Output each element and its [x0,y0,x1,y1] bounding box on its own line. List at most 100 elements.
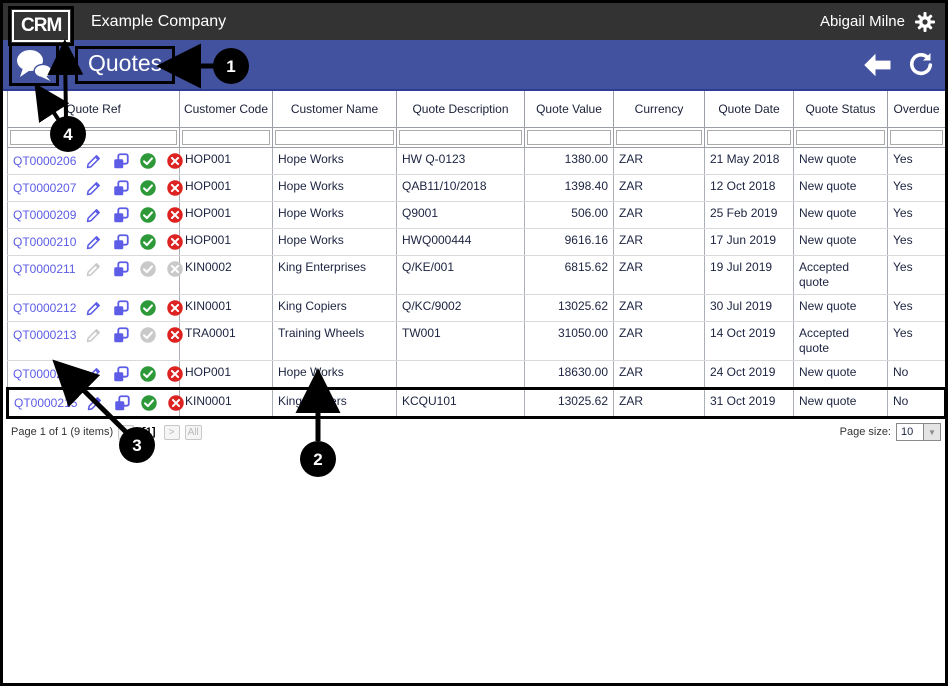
quote-value-cell: 506.00 [524,201,614,229]
quote-ref-link[interactable]: QT0000207 [13,181,76,196]
edit-pencil-icon[interactable] [85,299,103,317]
logged-in-user[interactable]: Abigail Milne [820,13,905,30]
quote-ref-link[interactable]: QT0000214 [13,367,76,382]
currency-cell: ZAR [613,201,705,229]
quote-date-cell: 12 Oct 2018 [704,174,794,202]
col-header-quote-description[interactable]: Quote Description [396,91,525,128]
quote-ref-link[interactable]: QT0000209 [13,208,76,223]
quote-status-cell: New quote [793,201,888,229]
accept-check-icon[interactable] [139,179,157,197]
copy-icon[interactable] [112,206,130,224]
edit-pencil-icon[interactable] [85,152,103,170]
accept-check-icon[interactable] [139,299,157,317]
filter-customer-code-input[interactable] [182,130,270,145]
customer-code-cell: HOP001 [179,201,273,229]
quote-ref-link[interactable]: QT0000211 [13,262,76,277]
quote-ref-link[interactable]: QT0000210 [13,235,76,250]
customer-name-cell: King Copiers [272,387,397,419]
col-header-customer-code[interactable]: Customer Code [179,91,273,128]
reject-x-icon[interactable] [167,394,185,412]
page-size-select[interactable]: 10 ▼ [896,423,941,441]
chat-bubbles-icon[interactable] [14,48,54,82]
filter-currency-input[interactable] [616,130,702,145]
top-bar: Example Company Abigail Milne [3,3,945,40]
customer-name-cell: Training Wheels [272,321,397,361]
col-header-quote-value[interactable]: Quote Value [524,91,614,128]
quote-date-cell: 14 Oct 2019 [704,321,794,361]
filter-quote-description-input[interactable] [399,130,522,145]
edit-pencil-icon[interactable] [85,260,103,278]
col-header-currency[interactable]: Currency [613,91,705,128]
chevron-down-icon[interactable]: ▼ [923,424,940,440]
filter-quote-date-input[interactable] [707,130,791,145]
back-arrow-icon[interactable] [863,52,893,78]
accept-check-icon[interactable] [140,394,158,412]
reject-x-icon[interactable] [166,260,184,278]
pager-all-button[interactable]: All [184,424,202,440]
reject-x-icon[interactable] [166,179,184,197]
copy-icon[interactable] [112,299,130,317]
reject-x-icon[interactable] [166,206,184,224]
edit-pencil-icon[interactable] [85,233,103,251]
edit-pencil-icon[interactable] [85,206,103,224]
currency-cell: ZAR [613,228,705,256]
quote-description-cell: HW Q-0123 [396,147,525,175]
accept-check-icon[interactable] [139,365,157,383]
accept-check-icon[interactable] [139,206,157,224]
copy-icon[interactable] [112,260,130,278]
quote-ref-link[interactable]: QT0000206 [13,154,76,169]
quote-date-cell: 25 Feb 2019 [704,201,794,229]
pager-current-page[interactable]: [1] [142,426,155,438]
filter-customer-name-input[interactable] [275,130,394,145]
refresh-icon[interactable] [907,51,935,79]
copy-icon[interactable] [113,394,131,412]
quote-value-cell: 9616.16 [524,228,614,256]
edit-pencil-icon[interactable] [85,179,103,197]
quotes-grid: Quote Ref Customer Code Customer Name Qu… [6,91,945,419]
copy-icon[interactable] [112,365,130,383]
company-name: Example Company [91,12,227,30]
copy-icon[interactable] [112,326,130,344]
copy-icon[interactable] [112,179,130,197]
reject-x-icon[interactable] [166,299,184,317]
quote-value-cell: 18630.00 [524,360,614,389]
accept-check-icon[interactable] [139,152,157,170]
edit-pencil-icon[interactable] [85,326,103,344]
filter-quote-value-input[interactable] [527,130,611,145]
quote-ref-link[interactable]: QT0000215 [14,396,77,411]
col-header-quote-status[interactable]: Quote Status [793,91,888,128]
copy-icon[interactable] [112,152,130,170]
gear-icon[interactable] [913,10,937,34]
customer-code-cell: KIN0002 [179,255,273,295]
filter-quote-status-input[interactable] [796,130,885,145]
filter-quote-ref-input[interactable] [10,130,177,145]
crm-logo[interactable]: CRM [12,10,71,42]
accept-check-icon[interactable] [139,260,157,278]
copy-icon[interactable] [112,233,130,251]
quote-date-cell: 30 Jul 2019 [704,294,794,322]
edit-pencil-icon[interactable] [86,394,104,412]
quote-ref-link[interactable]: QT0000213 [13,328,76,343]
col-header-quote-ref[interactable]: Quote Ref [7,91,180,128]
reject-x-icon[interactable] [166,233,184,251]
quote-ref-link[interactable]: QT0000212 [13,301,76,316]
edit-pencil-icon[interactable] [85,365,103,383]
table-row: QT0000214 HOP001 Hope Works 18630.00 ZAR… [7,360,945,389]
customer-code-cell: HOP001 [179,174,273,202]
col-header-customer-name[interactable]: Customer Name [272,91,397,128]
pager-next-button[interactable]: > [163,424,180,440]
reject-x-icon[interactable] [166,365,184,383]
reject-x-icon[interactable] [166,152,184,170]
reject-x-icon[interactable] [166,326,184,344]
customer-code-cell: KIN0001 [179,387,273,419]
accept-check-icon[interactable] [139,326,157,344]
customer-name-cell: Hope Works [272,228,397,256]
overdue-cell: Yes [887,228,945,256]
col-header-quote-date[interactable]: Quote Date [704,91,794,128]
pager-prev-button[interactable]: < [118,424,135,440]
filter-overdue-input[interactable] [890,130,943,145]
overdue-cell: Yes [887,321,945,361]
page-title-highlight-box: Quotes [75,45,176,84]
col-header-overdue[interactable]: Overdue [887,91,945,128]
accept-check-icon[interactable] [139,233,157,251]
